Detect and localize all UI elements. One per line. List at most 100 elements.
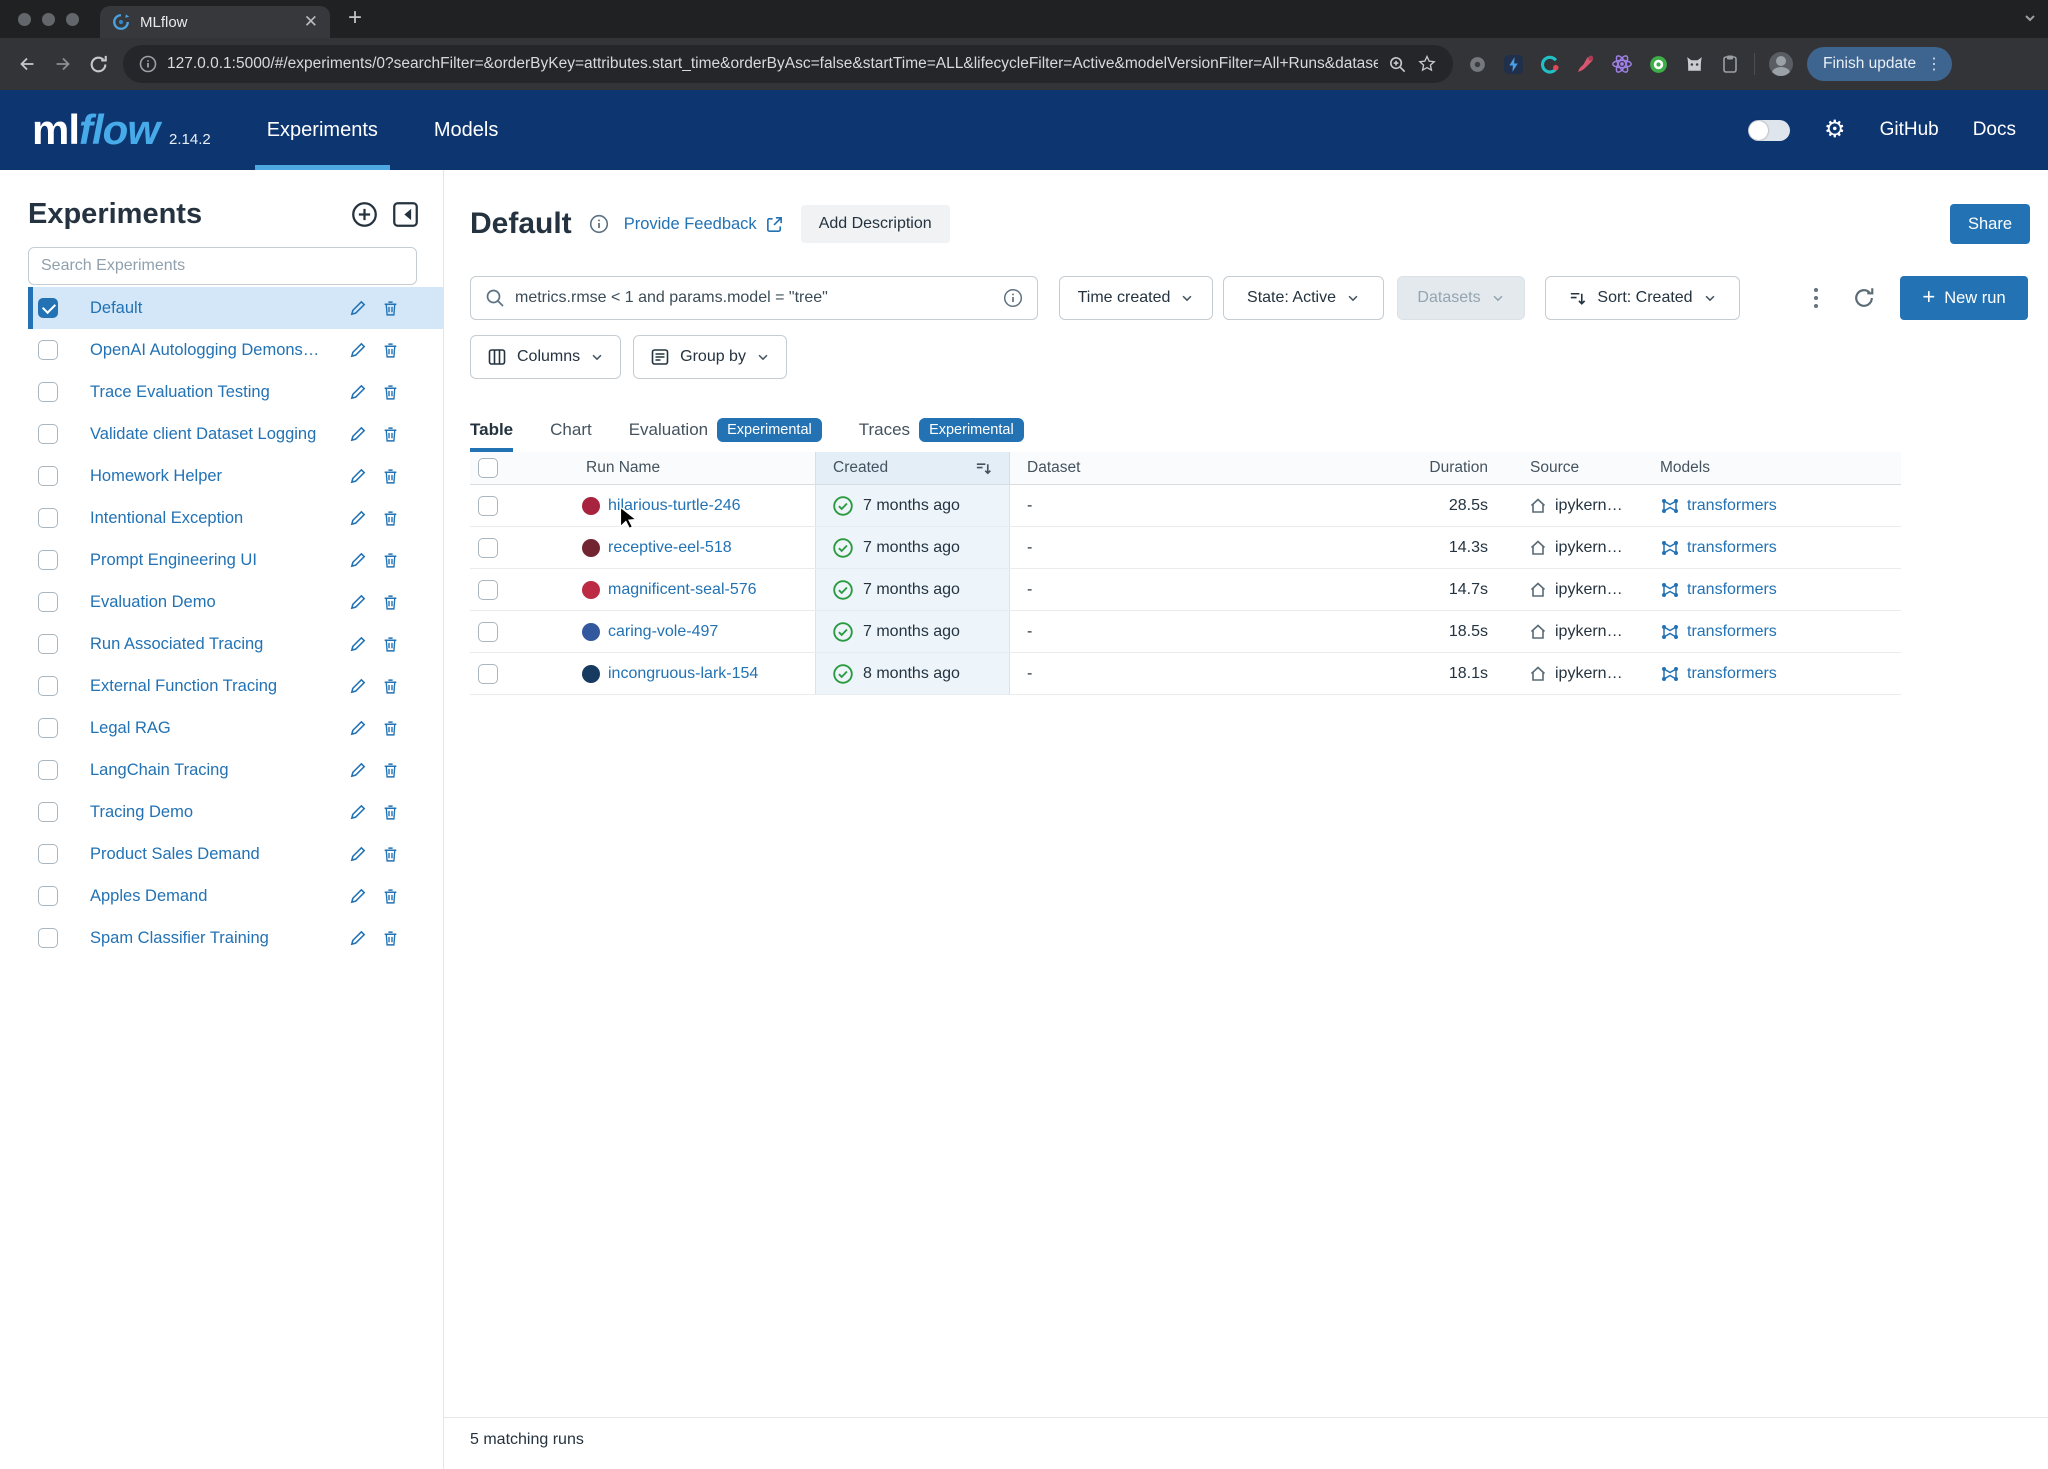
tab-close-icon[interactable]: ✕ bbox=[304, 12, 318, 32]
experiment-checkbox[interactable] bbox=[38, 928, 58, 948]
delete-icon[interactable] bbox=[382, 636, 399, 653]
run-checkbox[interactable] bbox=[478, 580, 498, 600]
edit-icon[interactable] bbox=[349, 929, 367, 947]
tab-chart[interactable]: Chart bbox=[550, 408, 592, 452]
experiment-link[interactable]: Trace Evaluation Testing bbox=[90, 383, 341, 402]
new-tab-button[interactable]: + bbox=[348, 4, 362, 32]
delete-icon[interactable] bbox=[382, 300, 399, 317]
sidebar-item[interactable]: Spam Classifier Training bbox=[28, 917, 443, 959]
sidebar-item[interactable]: Evaluation Demo bbox=[28, 581, 443, 623]
model-link[interactable]: transformers bbox=[1687, 665, 1777, 683]
sidebar-item[interactable]: Validate client Dataset Logging bbox=[28, 413, 443, 455]
run-name-link[interactable]: magnificent-seal-576 bbox=[608, 581, 757, 599]
datasets-filter[interactable]: Datasets bbox=[1397, 276, 1525, 320]
edit-icon[interactable] bbox=[349, 425, 367, 443]
tab-evaluation[interactable]: Evaluation Experimental bbox=[629, 408, 822, 452]
experiment-checkbox[interactable] bbox=[38, 802, 58, 822]
experiment-link[interactable]: Apples Demand bbox=[90, 887, 341, 906]
profile-avatar[interactable] bbox=[1769, 52, 1793, 76]
columns-button[interactable]: Columns bbox=[470, 335, 621, 379]
collapse-sidebar-icon[interactable] bbox=[392, 201, 419, 228]
sidebar-item[interactable]: Apples Demand bbox=[28, 875, 443, 917]
mlflow-logo[interactable]: mlflow 2.14.2 bbox=[32, 106, 211, 154]
sidebar-item[interactable]: Tracing Demo bbox=[28, 791, 443, 833]
search-experiments-input[interactable] bbox=[28, 247, 417, 285]
forward-button[interactable] bbox=[52, 53, 74, 75]
edit-icon[interactable] bbox=[349, 635, 367, 653]
experiment-checkbox[interactable] bbox=[38, 466, 58, 486]
experiment-link[interactable]: Tracing Demo bbox=[90, 803, 341, 822]
edit-icon[interactable] bbox=[349, 383, 367, 401]
state-filter[interactable]: State: Active bbox=[1223, 276, 1384, 320]
edit-icon[interactable] bbox=[349, 299, 367, 317]
provide-feedback-link[interactable]: Provide Feedback bbox=[624, 215, 784, 234]
url-text[interactable]: 127.0.0.1:5000/#/experiments/0?searchFil… bbox=[167, 55, 1378, 73]
delete-icon[interactable] bbox=[382, 594, 399, 611]
table-row[interactable]: incongruous-lark-154 8 months ago - 18.1… bbox=[470, 653, 1901, 695]
delete-icon[interactable] bbox=[382, 762, 399, 779]
table-row[interactable]: hilarious-turtle-246 7 months ago - 28.5… bbox=[470, 485, 1901, 527]
maximize-window-icon[interactable] bbox=[66, 13, 79, 26]
extension-icon[interactable] bbox=[1648, 54, 1669, 75]
experiment-checkbox[interactable] bbox=[38, 760, 58, 780]
close-window-icon[interactable] bbox=[18, 13, 31, 26]
zoom-icon[interactable] bbox=[1388, 55, 1407, 74]
tab-traces[interactable]: Traces Experimental bbox=[859, 408, 1024, 452]
tab-search-chevron-icon[interactable] bbox=[2022, 10, 2038, 31]
experiment-link[interactable]: Evaluation Demo bbox=[90, 593, 341, 612]
add-description-button[interactable]: Add Description bbox=[801, 205, 950, 243]
experiment-checkbox[interactable] bbox=[38, 634, 58, 654]
edit-icon[interactable] bbox=[349, 803, 367, 821]
edit-icon[interactable] bbox=[349, 341, 367, 359]
run-checkbox[interactable] bbox=[478, 538, 498, 558]
experiment-link[interactable]: External Function Tracing bbox=[90, 677, 341, 696]
sidebar-item[interactable]: Homework Helper bbox=[28, 455, 443, 497]
experiment-checkbox[interactable] bbox=[38, 382, 58, 402]
experiment-link[interactable]: OpenAI Autologging Demons… bbox=[90, 341, 341, 360]
sidebar-item[interactable]: Legal RAG bbox=[28, 707, 443, 749]
group-by-button[interactable]: Group by bbox=[633, 335, 787, 379]
experiment-link[interactable]: Spam Classifier Training bbox=[90, 929, 341, 948]
edit-icon[interactable] bbox=[349, 887, 367, 905]
experiment-link[interactable]: Intentional Exception bbox=[90, 509, 341, 528]
share-button[interactable]: Share bbox=[1950, 204, 2030, 244]
experiment-checkbox[interactable] bbox=[38, 676, 58, 696]
edit-icon[interactable] bbox=[349, 467, 367, 485]
experiment-link[interactable]: Validate client Dataset Logging bbox=[90, 425, 341, 444]
extension-icon[interactable] bbox=[1539, 54, 1560, 75]
col-duration[interactable]: Duration bbox=[1402, 452, 1502, 484]
experiment-checkbox[interactable] bbox=[38, 340, 58, 360]
sort-desc-icon[interactable] bbox=[974, 459, 993, 478]
run-name-link[interactable]: caring-vole-497 bbox=[608, 623, 718, 641]
edit-icon[interactable] bbox=[349, 509, 367, 527]
col-dataset[interactable]: Dataset bbox=[1010, 452, 1402, 484]
extension-icon[interactable] bbox=[1611, 53, 1633, 75]
github-link[interactable]: GitHub bbox=[1880, 119, 1939, 141]
delete-icon[interactable] bbox=[382, 552, 399, 569]
experiment-checkbox[interactable] bbox=[38, 550, 58, 570]
experiment-checkbox[interactable] bbox=[38, 298, 58, 318]
experiment-checkbox[interactable] bbox=[38, 508, 58, 528]
select-all-checkbox[interactable] bbox=[478, 458, 498, 478]
experiment-link[interactable]: Homework Helper bbox=[90, 467, 341, 486]
edit-icon[interactable] bbox=[349, 845, 367, 863]
sidebar-item[interactable]: External Function Tracing bbox=[28, 665, 443, 707]
nav-experiments[interactable]: Experiments bbox=[267, 90, 378, 170]
col-created[interactable]: Created bbox=[815, 452, 1010, 484]
finish-update-button[interactable]: Finish update ⋮ bbox=[1807, 47, 1952, 81]
experiment-link[interactable]: Legal RAG bbox=[90, 719, 341, 738]
run-name-link[interactable]: receptive-eel-518 bbox=[608, 539, 732, 557]
experiment-link[interactable]: LangChain Tracing bbox=[90, 761, 341, 780]
docs-link[interactable]: Docs bbox=[1973, 119, 2016, 141]
browser-tab[interactable]: MLflow ✕ bbox=[100, 6, 330, 38]
theme-toggle[interactable] bbox=[1748, 120, 1790, 141]
reload-button[interactable] bbox=[88, 54, 109, 75]
delete-icon[interactable] bbox=[382, 510, 399, 527]
sidebar-item[interactable]: Prompt Engineering UI bbox=[28, 539, 443, 581]
extension-icon[interactable] bbox=[1575, 54, 1596, 75]
experiment-checkbox[interactable] bbox=[38, 886, 58, 906]
url-bar[interactable]: 127.0.0.1:5000/#/experiments/0?searchFil… bbox=[123, 45, 1453, 83]
experiment-link[interactable]: Prompt Engineering UI bbox=[90, 551, 341, 570]
experiment-checkbox[interactable] bbox=[38, 592, 58, 612]
sidebar-item[interactable]: Intentional Exception bbox=[28, 497, 443, 539]
